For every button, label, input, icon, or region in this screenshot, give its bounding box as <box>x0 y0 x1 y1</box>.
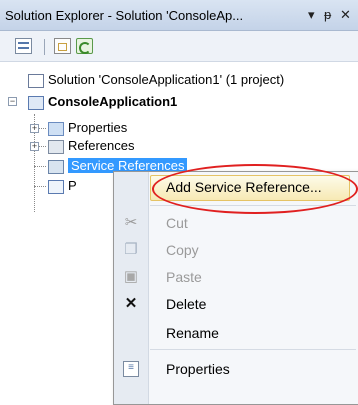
csharp-project-icon <box>28 95 44 110</box>
properties-icon: ≡ <box>123 361 139 377</box>
collapse-project-icon[interactable]: − <box>8 97 17 106</box>
window-title: Solution Explorer - Solution 'ConsoleAp.… <box>5 8 244 23</box>
copy-icon: ❐ <box>124 241 138 258</box>
menu-item-label: Add Service Reference... <box>166 179 322 195</box>
toolbar-separator <box>44 39 45 55</box>
menu-item-paste[interactable]: ▣ Paste <box>114 262 358 292</box>
tree-item-label: References <box>68 138 135 153</box>
menu-item-copy[interactable]: ❐ Copy <box>114 235 358 265</box>
auto-hide-pin-icon[interactable]: ᵽ <box>324 7 331 22</box>
menu-separator <box>150 205 356 206</box>
menu-item-label: Paste <box>166 269 202 285</box>
paste-icon: ▣ <box>123 268 139 285</box>
tree-item-project[interactable]: ConsoleApplication1 <box>28 92 177 112</box>
tree-item-references[interactable]: References <box>48 136 134 156</box>
tree-item-program[interactable]: P <box>48 176 77 196</box>
tree-item-properties[interactable]: Properties <box>48 118 127 138</box>
tree-connector <box>34 166 46 167</box>
show-all-files-icon[interactable] <box>54 38 71 54</box>
context-menu: Add Service Reference... ✂ Cut ❐ Copy ▣ … <box>113 171 358 405</box>
close-icon[interactable]: ✕ <box>340 7 351 23</box>
menu-item-label: Properties <box>166 361 230 377</box>
service-references-folder-icon <box>48 159 64 174</box>
properties-icon[interactable] <box>15 38 32 54</box>
properties-folder-icon <box>48 121 64 136</box>
project-label: ConsoleApplication1 <box>48 94 178 109</box>
menu-item-properties[interactable]: ≡ Properties <box>114 354 358 384</box>
menu-item-label: Rename <box>166 325 219 341</box>
tree-connector <box>34 186 46 187</box>
expand-properties-icon[interactable]: + <box>30 124 39 133</box>
cut-icon: ✂ <box>124 214 138 231</box>
menu-item-label: Delete <box>166 296 207 312</box>
solution-icon <box>28 73 44 88</box>
solution-label: Solution 'ConsoleApplication1' (1 projec… <box>48 72 285 87</box>
references-folder-icon <box>48 139 64 154</box>
menu-item-rename[interactable]: Rename <box>114 318 358 348</box>
menu-item-label: Copy <box>166 242 199 258</box>
refresh-icon[interactable] <box>76 38 93 54</box>
delete-icon: ✕ <box>124 295 138 312</box>
menu-separator <box>150 349 356 350</box>
tree-item-label: Properties <box>68 120 128 135</box>
menu-item-add-service-reference[interactable]: Add Service Reference... <box>114 172 358 202</box>
window-titlebar: Solution Explorer - Solution 'ConsoleAp.… <box>0 0 358 31</box>
menu-item-cut[interactable]: ✂ Cut <box>114 208 358 238</box>
csharp-file-icon <box>48 179 64 194</box>
menu-item-delete[interactable]: ✕ Delete <box>114 289 358 319</box>
tree-item-solution[interactable]: Solution 'ConsoleApplication1' (1 projec… <box>28 70 284 90</box>
menu-item-label: Cut <box>166 215 188 231</box>
tree-item-label: P <box>68 178 77 193</box>
window-position-dropdown-icon[interactable]: ▾ <box>308 7 315 23</box>
solution-explorer-toolbar <box>0 31 358 62</box>
expand-references-icon[interactable]: + <box>30 142 39 151</box>
